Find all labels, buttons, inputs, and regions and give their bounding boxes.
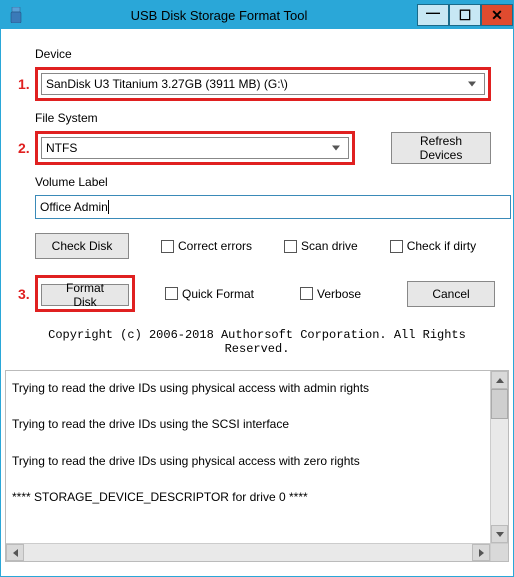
hscroll-track[interactable]	[24, 544, 472, 561]
scroll-thumb[interactable]	[491, 389, 508, 419]
cancel-button[interactable]: Cancel	[407, 281, 495, 307]
format-highlight-frame: 3. Format Disk	[35, 275, 135, 312]
checkbox-icon	[165, 287, 178, 300]
app-icon	[7, 6, 25, 24]
log-text-area[interactable]: Trying to read the drive IDs using physi…	[6, 371, 490, 543]
annotation-1: 1.	[18, 76, 30, 92]
text-cursor	[108, 200, 109, 214]
close-button[interactable]: ✕	[481, 4, 513, 26]
log-panel: Trying to read the drive IDs using physi…	[5, 370, 509, 562]
log-line: Trying to read the drive IDs using physi…	[12, 381, 484, 395]
filesystem-label: File System	[35, 111, 495, 125]
minimize-button[interactable]: —	[417, 4, 449, 26]
correct-errors-checkbox[interactable]: Correct errors	[161, 239, 252, 253]
scroll-corner	[490, 544, 508, 561]
volume-label-input[interactable]: Office Admin	[35, 195, 511, 219]
check-disk-row: Check Disk Correct errors Scan drive Che…	[35, 233, 495, 259]
quick-format-label: Quick Format	[182, 287, 254, 301]
device-label: Device	[35, 47, 495, 61]
log-line: **** STORAGE_DEVICE_DESCRIPTOR for drive…	[12, 490, 484, 504]
app-window: USB Disk Storage Format Tool — ☐ ✕ Devic…	[0, 0, 514, 577]
check-disk-button[interactable]: Check Disk	[35, 233, 129, 259]
check-dirty-checkbox[interactable]: Check if dirty	[390, 239, 476, 253]
verbose-label: Verbose	[317, 287, 361, 301]
scroll-right-button[interactable]	[472, 544, 490, 561]
filesystem-select[interactable]: NTFS	[41, 137, 349, 159]
check-dirty-label: Check if dirty	[407, 239, 476, 253]
checkbox-icon	[390, 240, 403, 253]
volume-label-value: Office Admin	[40, 200, 108, 214]
log-line: Trying to read the drive IDs using physi…	[12, 454, 484, 468]
horizontal-scrollbar[interactable]	[6, 543, 508, 561]
device-selected-text: SanDisk U3 Titanium 3.27GB (3911 MB) (G:…	[46, 77, 288, 91]
maximize-button[interactable]: ☐	[449, 4, 481, 26]
filesystem-highlight-frame: 2. NTFS	[35, 131, 355, 165]
scroll-down-button[interactable]	[491, 525, 508, 543]
annotation-3: 3.	[18, 286, 30, 302]
titlebar[interactable]: USB Disk Storage Format Tool — ☐ ✕	[1, 1, 513, 29]
vertical-scrollbar[interactable]	[490, 371, 508, 543]
scroll-up-button[interactable]	[491, 371, 508, 389]
checkbox-icon	[300, 287, 313, 300]
format-disk-button[interactable]: Format Disk	[41, 284, 129, 306]
annotation-2: 2.	[18, 140, 30, 156]
device-highlight-frame: 1. SanDisk U3 Titanium 3.27GB (3911 MB) …	[35, 67, 491, 101]
checkbox-icon	[161, 240, 174, 253]
verbose-checkbox[interactable]: Verbose	[300, 287, 361, 301]
main-content: Device 1. SanDisk U3 Titanium 3.27GB (39…	[1, 29, 513, 370]
scroll-left-button[interactable]	[6, 544, 24, 561]
format-disk-row: 3. Format Disk Quick Format Verbose Canc…	[35, 275, 495, 312]
log-line: Trying to read the drive IDs using the S…	[12, 417, 484, 431]
quick-format-checkbox[interactable]: Quick Format	[165, 287, 254, 301]
filesystem-selected-text: NTFS	[46, 141, 77, 155]
correct-errors-label: Correct errors	[178, 239, 252, 253]
copyright-text: Copyright (c) 2006-2018 Authorsoft Corpo…	[19, 328, 495, 356]
refresh-devices-button[interactable]: Refresh Devices	[391, 132, 491, 164]
window-title: USB Disk Storage Format Tool	[31, 8, 417, 23]
scan-drive-checkbox[interactable]: Scan drive	[284, 239, 358, 253]
volume-label-label: Volume Label	[35, 175, 495, 189]
checkbox-icon	[284, 240, 297, 253]
scan-drive-label: Scan drive	[301, 239, 358, 253]
device-select[interactable]: SanDisk U3 Titanium 3.27GB (3911 MB) (G:…	[41, 73, 485, 95]
